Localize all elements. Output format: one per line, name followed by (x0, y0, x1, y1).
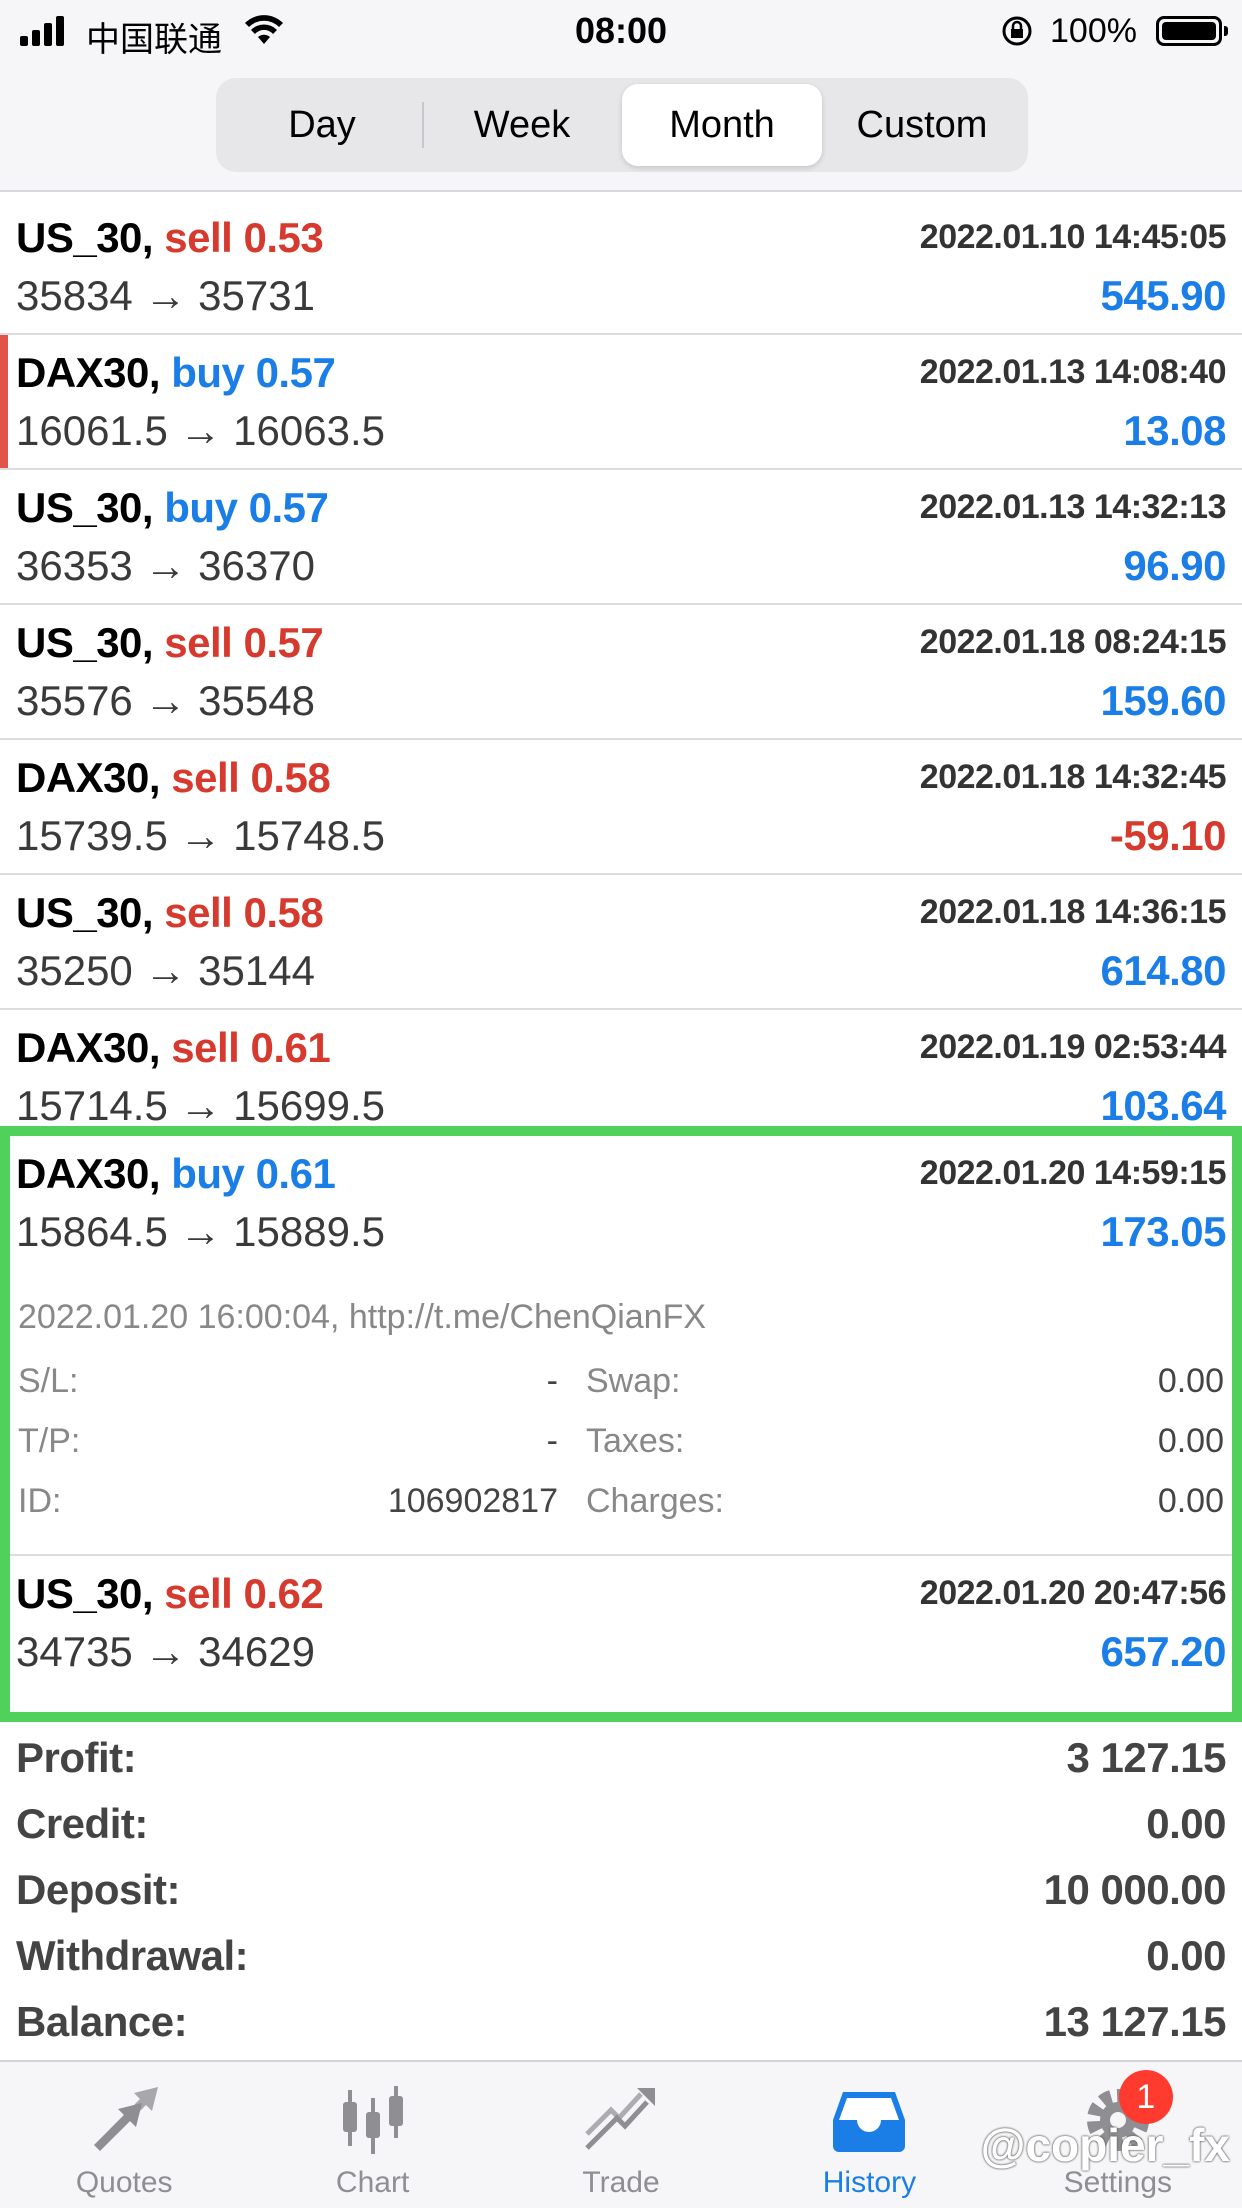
summary-label: Withdrawal: (16, 1932, 249, 1979)
trade-direction: sell 0.53 (164, 214, 324, 261)
trade-direction: sell 0.58 (164, 889, 324, 936)
trade-row[interactable]: US_30, sell 0.53 2022.01.10 14:45:05 358… (0, 200, 1242, 335)
history-icon (824, 2082, 914, 2158)
segment-month[interactable]: Month (622, 84, 822, 166)
summary-label: Credit: (16, 1800, 148, 1847)
trade-time: 2022.01.13 14:08:40 (919, 353, 1227, 391)
summary-value: 0.00 (1146, 1800, 1226, 1847)
watermark: @copier_fx (980, 2119, 1230, 2171)
battery-icon (1156, 16, 1228, 46)
trade-profit: 96.90 (1123, 542, 1226, 589)
segment-week[interactable]: Week (422, 84, 622, 166)
trade-direction: buy 0.57 (171, 349, 336, 396)
tab-label: Quotes (75, 2166, 173, 2199)
trade-symbol: US_30, (16, 484, 154, 531)
trade-profit: 13.08 (1123, 407, 1226, 454)
trade-row[interactable]: US_30, sell 0.58 2022.01.18 14:36:15 352… (0, 875, 1242, 1010)
trade-direction: sell 0.57 (164, 619, 324, 666)
highlight-frame (0, 1126, 1242, 1722)
chart-icon (328, 2082, 418, 2158)
trade-profit: 159.60 (1100, 677, 1227, 724)
trade-time: 2022.01.13 14:32:13 (919, 488, 1227, 526)
trade-symbol: DAX30, (16, 1024, 161, 1071)
trade-direction: buy 0.57 (164, 484, 329, 531)
trade-history-list: US_30, sell 0.53 2022.01.10 14:45:05 358… (0, 200, 1242, 1145)
rotation-lock-icon (1000, 14, 1034, 53)
trade-prices: 35834 → 35731 (16, 272, 315, 319)
trade-icon (576, 2082, 666, 2158)
battery-percent: 100% (1050, 12, 1137, 50)
tab-chart[interactable]: Chart (248, 2062, 496, 2208)
trade-prices: 16061.5 → 16063.5 (16, 407, 385, 454)
trade-direction: sell 0.61 (171, 1024, 331, 1071)
summary-value: 0.00 (1146, 1932, 1226, 1979)
trade-profit: 545.90 (1100, 272, 1227, 319)
summary-row-profit: Profit: 3 127.15 (0, 1724, 1242, 1790)
tab-history[interactable]: History (745, 2062, 993, 2208)
summary-label: Deposit: (16, 1866, 181, 1913)
trade-symbol: DAX30, (16, 754, 161, 801)
trade-profit: -59.10 (1109, 812, 1227, 859)
summary-value: 3 127.15 (1066, 1734, 1227, 1781)
summary-value: 13 127.15 (1043, 1998, 1227, 2045)
trade-symbol: US_30, (16, 214, 154, 261)
trade-row[interactable]: US_30, sell 0.57 2022.01.18 08:24:15 355… (0, 605, 1242, 740)
trade-time: 2022.01.19 02:53:44 (919, 1028, 1227, 1066)
summary-row-credit: Credit: 0.00 (0, 1790, 1242, 1856)
trade-prices: 35576 → 35548 (16, 677, 315, 724)
trade-prices: 35250 → 35144 (16, 947, 315, 994)
trade-prices: 15714.5 → 15699.5 (16, 1082, 385, 1129)
trade-row[interactable]: US_30, buy 0.57 2022.01.13 14:32:13 3635… (0, 470, 1242, 605)
trade-row[interactable]: DAX30, buy 0.57 2022.01.13 14:08:40 1606… (0, 335, 1242, 470)
trade-row[interactable]: DAX30, sell 0.58 2022.01.18 14:32:45 157… (0, 740, 1242, 875)
status-bar: 中国联通 08:00 100% (0, 0, 1242, 64)
tab-trade[interactable]: Trade (497, 2062, 745, 2208)
trade-profit: 614.80 (1100, 947, 1227, 994)
summary-row-balance: Balance: 13 127.15 (0, 1988, 1242, 2054)
trade-symbol: US_30, (16, 889, 154, 936)
account-summary: Profit: 3 127.15 Credit: 0.00 Deposit: 1… (0, 1724, 1242, 2054)
period-segmented-control: Day Week Month Custom (216, 78, 1028, 172)
segment-custom[interactable]: Custom (822, 84, 1022, 166)
trade-symbol: US_30, (16, 619, 154, 666)
tab-label: History (822, 2166, 917, 2199)
trade-row[interactable]: DAX30, sell 0.61 2022.01.19 02:53:44 157… (0, 1010, 1242, 1145)
trade-profit: 103.64 (1100, 1082, 1227, 1129)
summary-row-withdrawal: Withdrawal: 0.00 (0, 1922, 1242, 1988)
summary-label: Balance: (16, 1998, 188, 2045)
quotes-icon (79, 2082, 169, 2158)
tab-quotes[interactable]: Quotes (0, 2062, 248, 2208)
trade-symbol: DAX30, (16, 349, 161, 396)
trade-prices: 15739.5 → 15748.5 (16, 812, 385, 859)
summary-label: Profit: (16, 1734, 137, 1781)
notification-badge: 1 (1118, 2070, 1173, 2124)
trade-time: 2022.01.18 14:32:45 (919, 758, 1227, 796)
period-header: Day Week Month Custom (0, 64, 1242, 192)
segment-day[interactable]: Day (222, 84, 422, 166)
trade-prices: 36353 → 36370 (16, 542, 315, 589)
summary-row-deposit: Deposit: 10 000.00 (0, 1856, 1242, 1922)
tab-label: Trade (582, 2166, 660, 2199)
summary-value: 10 000.00 (1043, 1866, 1227, 1913)
trade-direction: sell 0.58 (171, 754, 331, 801)
trade-time: 2022.01.10 14:45:05 (919, 218, 1227, 256)
trade-time: 2022.01.18 08:24:15 (919, 623, 1227, 661)
trade-time: 2022.01.18 14:36:15 (919, 893, 1227, 931)
tab-label: Chart (335, 2166, 410, 2199)
